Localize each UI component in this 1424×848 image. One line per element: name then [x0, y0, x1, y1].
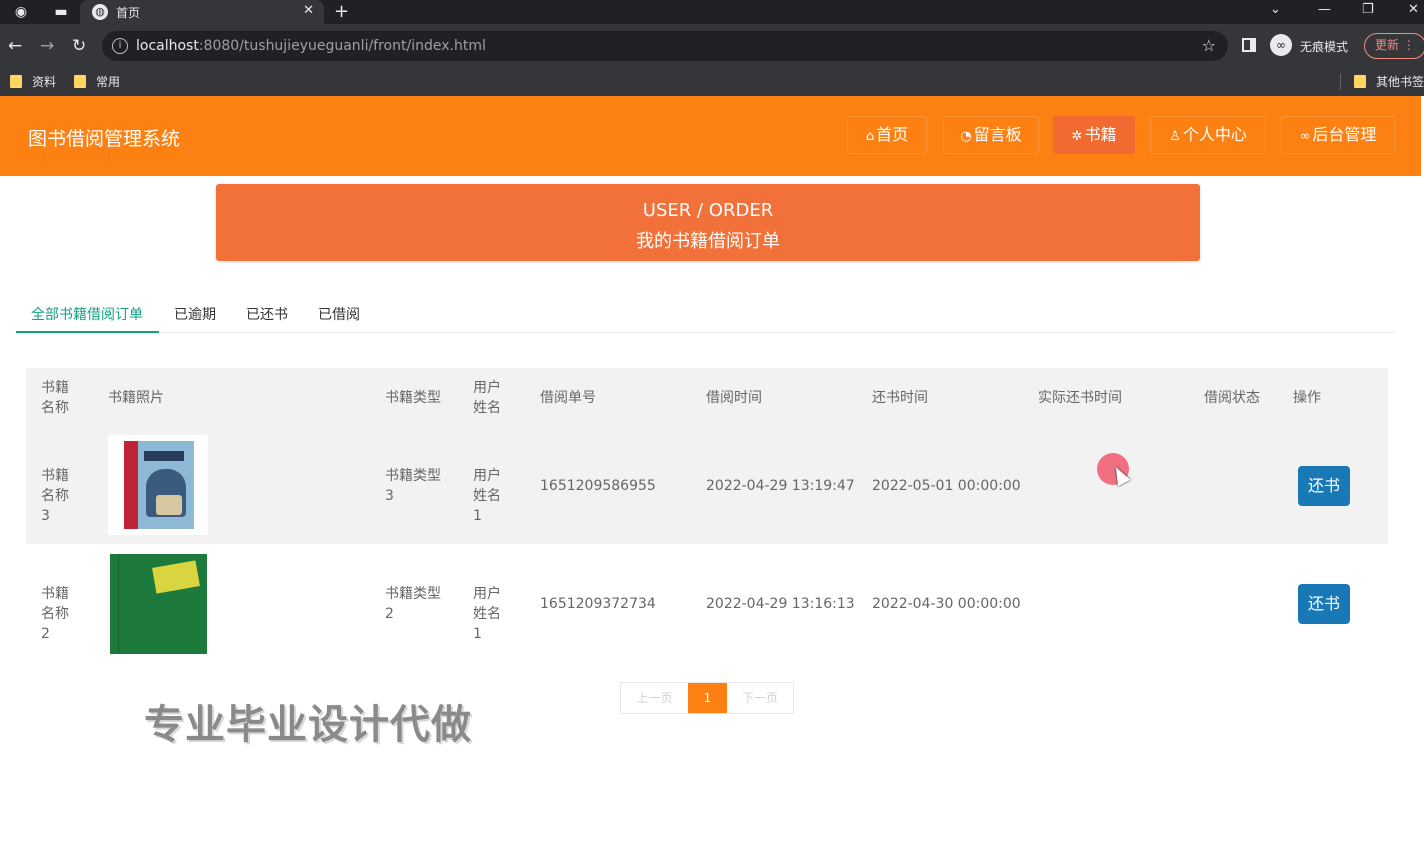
banner-subtitle: USER / ORDER: [642, 200, 774, 221]
header-status: 借阅状态: [1204, 390, 1260, 406]
page-banner: USER / ORDER 我的书籍借阅订单: [216, 184, 1200, 261]
reload-icon[interactable]: ↻: [72, 36, 86, 56]
incognito-label: 无痕模式: [1300, 40, 1349, 54]
header-user-name: 用户姓名: [473, 380, 501, 416]
incognito-icon[interactable]: ∞: [1270, 34, 1292, 56]
chevron-down-icon[interactable]: ⌄: [1270, 2, 1281, 17]
bookmark-separator: [1340, 74, 1341, 90]
table-row: 书籍名称3 书籍类型3 用户姓名1 1651209586955 2022-04-…: [26, 426, 1388, 544]
header-action: 操作: [1293, 390, 1321, 406]
nav-home[interactable]: ⌂ 首页: [847, 116, 927, 154]
folder-icon: [10, 75, 22, 88]
book-name: 书籍名称3: [41, 468, 69, 524]
tab-search-icon[interactable]: ▬: [52, 3, 70, 21]
site-title: 图书借阅管理系统: [28, 128, 181, 150]
header-book-photo: 书籍照片: [108, 390, 164, 406]
browser-tab[interactable]: ◍ 首页 ✕: [80, 0, 324, 24]
tab-returned[interactable]: 已还书: [246, 304, 288, 333]
link-icon: ∞: [1299, 129, 1311, 144]
side-panel-icon[interactable]: [1242, 38, 1256, 52]
bookmark-folder-1[interactable]: 资料: [10, 73, 56, 91]
bookmark-folder-2[interactable]: 常用: [74, 73, 120, 91]
borrow-time: 2022-04-29 13:16:13: [706, 596, 855, 612]
prev-page-button[interactable]: 上一页: [621, 683, 688, 713]
nav-message-board[interactable]: ◔ 留言板: [943, 116, 1039, 154]
folder-icon: [1354, 75, 1366, 88]
url-path: :8080/tushujieyueguanli/front/index.html: [198, 38, 486, 54]
close-tab-icon[interactable]: ✕: [303, 3, 314, 18]
update-button[interactable]: 更新 ⋮: [1364, 33, 1424, 59]
return-book-button[interactable]: 还书: [1298, 584, 1350, 624]
user-name: 用户姓名1: [473, 586, 501, 642]
nav-personal-center[interactable]: ♙ 个人中心: [1150, 116, 1266, 154]
header-borrow-time: 借阅时间: [706, 390, 762, 406]
globe-icon: ◍: [92, 4, 108, 20]
nav-books[interactable]: ✲ 书籍: [1053, 116, 1135, 154]
new-tab-icon[interactable]: +: [334, 1, 349, 22]
header-actual-return-time: 实际还书时间: [1038, 390, 1122, 406]
site-header: 图书借阅管理系统 ⌂ 首页 ◔ 留言板 ✲ 书籍 ♙ 个人中心 ∞ 后台管理: [0, 96, 1421, 176]
order-number: 1651209372734: [540, 596, 656, 612]
bookmarks-bar: 资料 常用 其他书签: [0, 68, 1424, 96]
book-name: 书籍名称2: [41, 586, 69, 642]
header-book-name: 书籍名称: [41, 380, 69, 416]
book-type: 书籍类型3: [385, 468, 441, 504]
folder-icon: [74, 75, 86, 88]
url-host: localhost: [136, 38, 199, 54]
banner-title: 我的书籍借阅订单: [636, 231, 780, 252]
chrome-globe-icon[interactable]: ◉: [12, 3, 30, 21]
order-number: 1651209586955: [540, 478, 656, 494]
header-return-time: 还书时间: [872, 390, 928, 406]
tab-title: 首页: [116, 6, 141, 20]
minimize-icon[interactable]: —: [1318, 2, 1331, 17]
borrow-time: 2022-04-29 13:19:47: [706, 478, 855, 494]
pagination: 上一页 1 下一页: [620, 682, 794, 714]
bookmark-star-icon[interactable]: ☆: [1202, 36, 1216, 55]
info-icon[interactable]: i: [112, 38, 128, 54]
book-cover-image: [110, 554, 207, 654]
return-book-button[interactable]: 还书: [1298, 466, 1350, 506]
return-time: 2022-05-01 00:00:00: [872, 478, 1021, 494]
user-name: 用户姓名1: [473, 468, 501, 524]
table-header: 书籍名称 书籍照片 书籍类型 用户姓名 借阅单号 借阅时间 还书时间 实际还书时…: [26, 368, 1388, 426]
browser-tab-bar: ◉ ▬ ◍ 首页 ✕ + ⌄ — ❐ ✕: [0, 0, 1424, 24]
tab-all-orders[interactable]: 全部书籍借阅订单: [16, 304, 159, 333]
book-icon: ✲: [1071, 129, 1083, 144]
header-book-type: 书籍类型: [385, 390, 441, 406]
order-tabs: 全部书籍借阅订单 已逾期 已还书 已借阅: [16, 296, 1394, 333]
tab-overdue[interactable]: 已逾期: [174, 304, 216, 333]
table-row: 书籍名称2 书籍类型2 用户姓名1 1651209372734 2022-04-…: [26, 544, 1388, 662]
tab-borrowed[interactable]: 已借阅: [318, 304, 360, 333]
other-bookmarks[interactable]: 其他书签: [1354, 73, 1424, 91]
user-icon: ♙: [1169, 129, 1181, 144]
address-bar: ← → ↻ i localhost:8080/tushujieyueguanli…: [0, 24, 1424, 68]
book-type: 书籍类型2: [385, 586, 441, 622]
header-order-no: 借阅单号: [540, 390, 596, 406]
next-page-button[interactable]: 下一页: [727, 683, 793, 713]
watermark-text: 专业毕业设计代做: [144, 702, 472, 748]
restore-icon[interactable]: ❐: [1362, 2, 1374, 17]
forward-icon[interactable]: →: [40, 36, 54, 56]
back-icon[interactable]: ←: [8, 36, 22, 56]
url-input[interactable]: i localhost:8080/tushujieyueguanli/front…: [102, 31, 1228, 61]
home-icon: ⌂: [865, 129, 875, 144]
close-window-icon[interactable]: ✕: [1408, 2, 1419, 17]
return-time: 2022-04-30 00:00:00: [872, 596, 1021, 612]
book-cover-image: [108, 435, 208, 535]
message-icon: ◔: [960, 129, 972, 144]
nav-admin[interactable]: ∞ 后台管理: [1281, 116, 1395, 154]
page-number-button[interactable]: 1: [688, 683, 727, 713]
